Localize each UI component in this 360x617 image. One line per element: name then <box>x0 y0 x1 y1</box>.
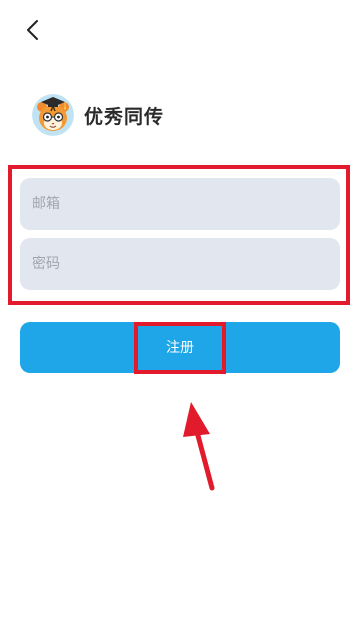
email-field[interactable] <box>20 178 340 230</box>
app-name: 优秀同传 <box>84 105 165 128</box>
register-button[interactable]: 注册 <box>20 322 340 373</box>
password-field[interactable] <box>20 238 340 290</box>
tiger-mascot-logo <box>32 94 74 136</box>
back-button[interactable] <box>18 14 48 46</box>
app-brand: 优秀同传 <box>32 94 164 136</box>
register-button-label: 注册 <box>166 339 194 356</box>
chevron-left-icon <box>18 14 48 46</box>
annotation-arrow-icon <box>180 398 230 494</box>
